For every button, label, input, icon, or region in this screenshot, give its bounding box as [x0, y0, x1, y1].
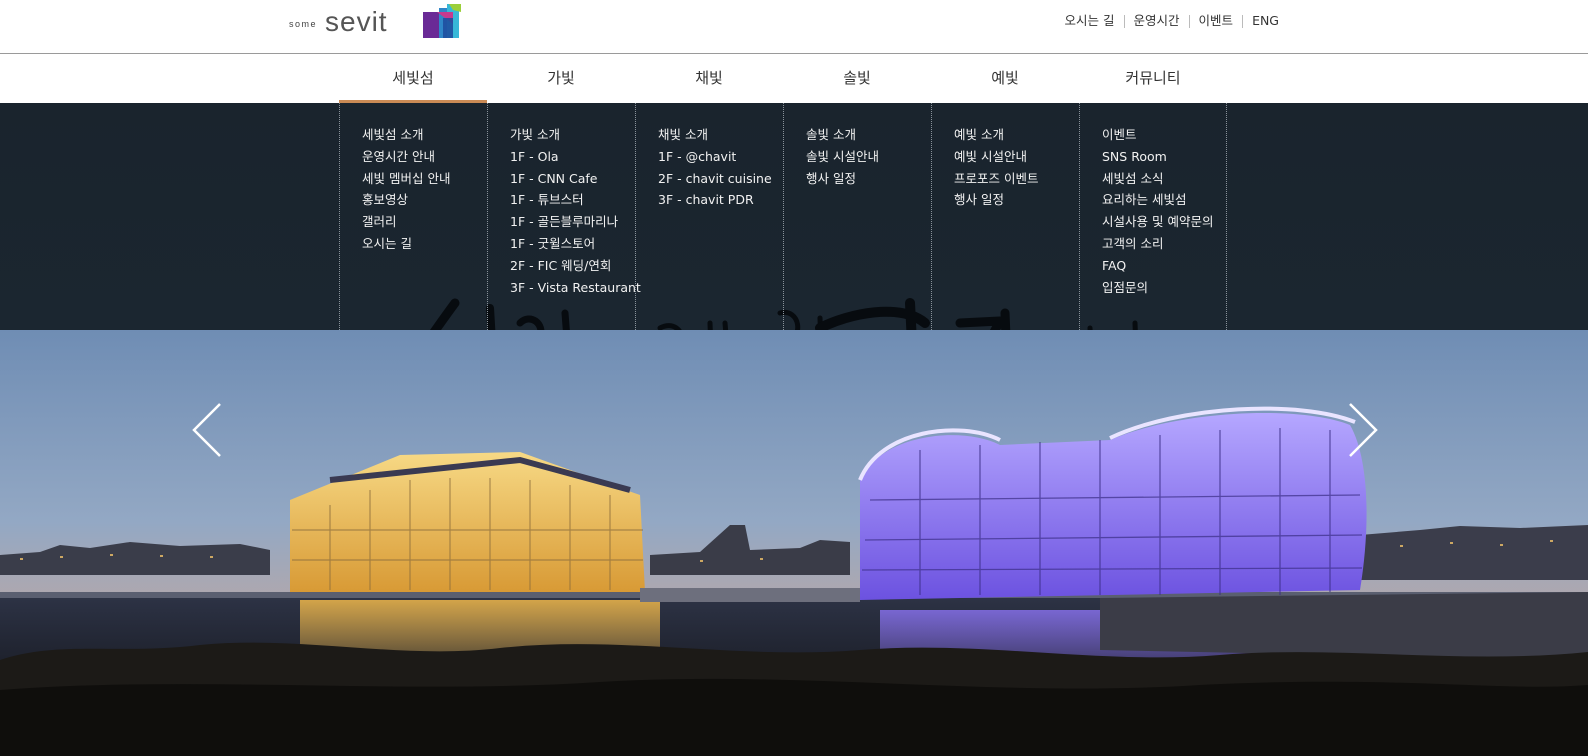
- submenu-link[interactable]: 행사 일정: [806, 168, 931, 190]
- submenu-link[interactable]: 채빛 소개: [658, 124, 783, 146]
- submenu-link[interactable]: 이벤트: [1102, 124, 1226, 146]
- submenu-link[interactable]: 고객의 소리: [1102, 233, 1226, 255]
- submenu-link[interactable]: 세빛 멤버십 안내: [362, 168, 487, 190]
- night-river-islands-illustration: [0, 330, 1588, 756]
- nav-item-solbit[interactable]: 솔빛: [783, 54, 931, 103]
- hero-slide-image: [0, 330, 1588, 756]
- submenu-link[interactable]: 가빛 소개: [510, 124, 635, 146]
- submenu-link[interactable]: 3F - Vista Restaurant: [510, 277, 641, 299]
- submenu-link[interactable]: 솔빛 시설안내: [806, 146, 931, 168]
- submenu-link[interactable]: 2F - FIC 웨딩/연회: [510, 255, 635, 277]
- submenu-link[interactable]: 예빛 시설안내: [954, 146, 1079, 168]
- logo-sevit-text: sevit: [325, 6, 388, 37]
- chevron-right-icon[interactable]: [1342, 400, 1382, 460]
- util-link-hours[interactable]: 운영시간: [1125, 14, 1189, 28]
- chevron-left-icon[interactable]: [188, 400, 228, 460]
- submenu-link[interactable]: 시설사용 및 예약문의: [1102, 211, 1226, 233]
- utility-nav: 오시는 길 운영시간 이벤트 ENG: [1056, 14, 1288, 28]
- submenu-col-chavit: 채빛 소개 1F - @chavit 2F - chavit cuisine 3…: [635, 103, 783, 330]
- submenu-link[interactable]: 운영시간 안내: [362, 146, 487, 168]
- submenu-link[interactable]: 프로포즈 이벤트: [954, 168, 1079, 190]
- mega-menu-dropdown: 세빛섬 소개 운영시간 안내 세빛 멤버십 안내 홍보영상 갤러리 오시는 길 …: [0, 103, 1588, 330]
- submenu-link[interactable]: FAQ: [1102, 255, 1226, 277]
- sevit-logo-mark-icon: [423, 4, 461, 38]
- submenu-link[interactable]: 1F - Ola: [510, 146, 635, 168]
- main-nav: 세빛섬 가빛 채빛 솔빛 예빛 커뮤니티: [0, 54, 1588, 103]
- submenu-link[interactable]: 예빛 소개: [954, 124, 1079, 146]
- submenu-link[interactable]: 세빛섬 소식: [1102, 168, 1226, 190]
- util-link-english[interactable]: ENG: [1243, 14, 1288, 28]
- submenu-link[interactable]: 솔빛 소개: [806, 124, 931, 146]
- nav-item-yebit[interactable]: 예빛: [931, 54, 1079, 103]
- submenu-col-gavit: 가빛 소개 1F - Ola 1F - CNN Cafe 1F - 튜브스터 1…: [487, 103, 641, 330]
- submenu-link[interactable]: SNS Room: [1102, 146, 1226, 168]
- submenu-link[interactable]: 오시는 길: [362, 233, 487, 255]
- submenu-col-community: 이벤트 SNS Room 세빛섬 소식 요리하는 세빛섬 시설사용 및 예약문의…: [1079, 103, 1227, 330]
- submenu-link[interactable]: 1F - @chavit: [658, 146, 783, 168]
- submenu-link[interactable]: 2F - chavit cuisine: [658, 168, 783, 190]
- submenu-link[interactable]: 입점문의: [1102, 277, 1226, 299]
- submenu-link[interactable]: 1F - 골든블루마리나: [510, 211, 635, 233]
- nav-item-chavit[interactable]: 채빛: [635, 54, 783, 103]
- submenu-link[interactable]: 갤러리: [362, 211, 487, 233]
- submenu-col-sebitseom: 세빛섬 소개 운영시간 안내 세빛 멤버십 안내 홍보영상 갤러리 오시는 길: [339, 103, 487, 330]
- submenu-link[interactable]: 세빛섬 소개: [362, 124, 487, 146]
- site-logo[interactable]: some sevit: [289, 4, 464, 38]
- nav-item-community[interactable]: 커뮤니티: [1079, 54, 1227, 103]
- util-link-directions[interactable]: 오시는 길: [1056, 14, 1124, 28]
- submenu-link[interactable]: 홍보영상: [362, 189, 487, 211]
- header-topbar: some sevit 오시는 길 운영시간 이벤트 ENG: [0, 0, 1588, 54]
- submenu-link[interactable]: 1F - 굿윌스토어: [510, 233, 635, 255]
- submenu-link[interactable]: 3F - chavit PDR: [658, 189, 783, 211]
- nav-item-sebitseom[interactable]: 세빛섬: [339, 54, 487, 103]
- submenu-link[interactable]: 1F - 튜브스터: [510, 189, 635, 211]
- submenu-col-yebit: 예빛 소개 예빛 시설안내 프로포즈 이벤트 행사 일정: [931, 103, 1079, 330]
- submenu-col-solbit: 솔빛 소개 솔빛 시설안내 행사 일정: [783, 103, 931, 330]
- submenu-link[interactable]: 요리하는 세빛섬: [1102, 189, 1226, 211]
- submenu-link[interactable]: 행사 일정: [954, 189, 1079, 211]
- nav-item-gavit[interactable]: 가빛: [487, 54, 635, 103]
- submenu-link[interactable]: 1F - CNN Cafe: [510, 168, 635, 190]
- logo-some-text: some: [289, 19, 318, 29]
- util-link-events[interactable]: 이벤트: [1190, 14, 1243, 28]
